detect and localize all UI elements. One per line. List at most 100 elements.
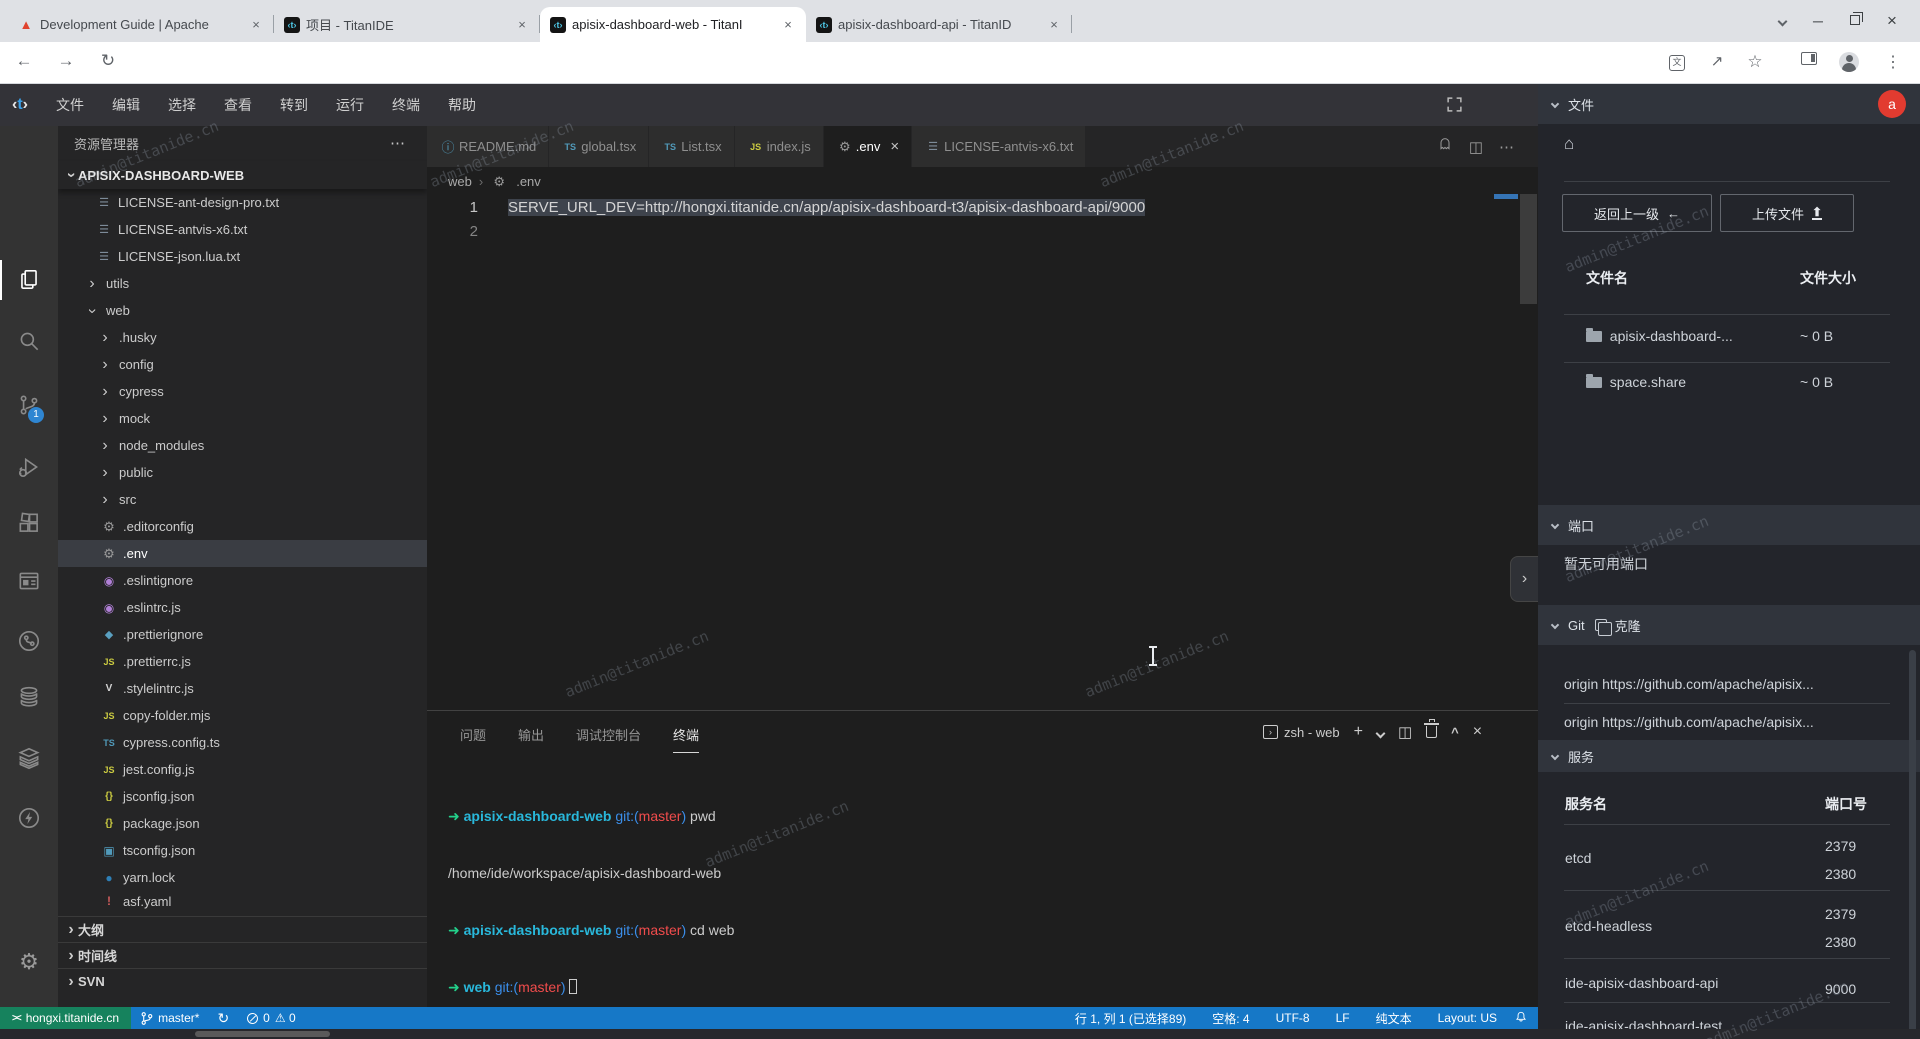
tree-item[interactable]: asf.yaml — [58, 891, 427, 911]
maximize-panel-icon[interactable]: ^ — [1451, 725, 1459, 740]
sidebar-section[interactable]: › 大纲 — [58, 916, 427, 942]
editor-tab[interactable]: global.tsx × — [549, 126, 649, 167]
tab-close-icon[interactable]: × — [780, 17, 796, 33]
upload-file-button[interactable]: 上传文件⬆ — [1720, 194, 1854, 232]
tabs-dropdown-icon[interactable] — [1779, 12, 1786, 30]
panel-tab[interactable]: 输出 — [518, 725, 544, 753]
explorer-root-folder[interactable]: › APISIX-DASHBOARD-WEB — [58, 161, 427, 189]
tree-item[interactable]: config — [58, 351, 427, 378]
editor-tab[interactable]: README.md × — [427, 126, 549, 167]
browser-tab[interactable]: 项目 - TitanIDE × — [274, 7, 540, 42]
new-terminal-icon[interactable]: + — [1354, 723, 1363, 741]
tree-item[interactable]: cypress — [58, 378, 427, 405]
panel-scrollbar-thumb[interactable] — [1909, 650, 1916, 1035]
git-branch-indicator[interactable]: master* — [131, 1007, 208, 1029]
tree-item[interactable]: cypress.config.ts — [58, 729, 427, 756]
panel-tab[interactable]: 问题 — [460, 725, 486, 753]
tree-item[interactable]: mock — [58, 405, 427, 432]
user-avatar[interactable]: a — [1878, 90, 1906, 118]
source-control-icon[interactable]: 1 — [0, 381, 58, 429]
menu-item[interactable]: 帮助 — [434, 91, 490, 119]
git-remote-row[interactable]: origin https://github.com/apache/apisix.… — [1538, 676, 1920, 698]
split-editor-icon[interactable]: ◫ — [1469, 138, 1483, 156]
git-graph-icon[interactable] — [0, 617, 58, 665]
files-section-header[interactable]: 文件 a — [1538, 84, 1920, 124]
ghost-icon[interactable] — [1437, 136, 1453, 157]
git-remote-row[interactable]: origin https://github.com/apache/apisix.… — [1538, 714, 1920, 740]
remote-indicator[interactable]: >< hongxi.titanide.cn — [0, 1007, 131, 1029]
tree-item[interactable]: .eslintignore — [58, 567, 427, 594]
explorer-more-actions-icon[interactable]: ⋯ — [390, 134, 405, 152]
menu-item[interactable]: 查看 — [210, 91, 266, 119]
tree-item[interactable]: node_modules — [58, 432, 427, 459]
close-panel-icon[interactable]: × — [1473, 723, 1482, 741]
tree-item[interactable]: jest.config.js — [58, 756, 427, 783]
window-minimize-button[interactable]: ─ — [1808, 13, 1828, 29]
tree-item[interactable]: copy-folder.mjs — [58, 702, 427, 729]
horizontal-scrollbar-thumb[interactable] — [195, 1031, 330, 1037]
sidebar-section[interactable]: › 时间线 — [58, 942, 427, 968]
menu-item[interactable]: 编辑 — [98, 91, 154, 119]
tab-close-icon[interactable]: × — [248, 17, 264, 33]
kill-terminal-icon[interactable] — [1426, 726, 1437, 738]
ports-section-header[interactable]: 端口 — [1538, 505, 1920, 545]
back-icon[interactable]: ← — [12, 51, 36, 71]
browser-tab[interactable]: apisix-dashboard-api - TitanID × — [806, 7, 1072, 42]
window-close-button[interactable]: × — [1882, 11, 1902, 31]
indentation[interactable]: 空格: 4 — [1203, 1007, 1258, 1029]
fullscreen-icon[interactable] — [1446, 96, 1463, 116]
breadcrumb-folder[interactable]: web — [448, 174, 472, 189]
tree-item[interactable]: src — [58, 486, 427, 513]
keyboard-layout[interactable]: Layout: US — [1429, 1007, 1506, 1029]
language-mode[interactable]: 纯文本 — [1367, 1007, 1421, 1029]
tree-item[interactable]: utils — [58, 270, 427, 297]
search-icon[interactable] — [0, 317, 58, 365]
tree-item[interactable]: LICENSE-antvis-x6.txt — [58, 216, 427, 243]
tree-item[interactable]: web — [58, 297, 427, 324]
editor-tab[interactable]: List.tsx × — [649, 126, 734, 167]
browser-menu-icon[interactable]: ⋮ — [1882, 52, 1904, 72]
settings-gear-icon[interactable]: ⚙ — [0, 949, 58, 975]
database-icon[interactable] — [0, 673, 58, 721]
preview-window-icon[interactable] — [0, 557, 58, 605]
explorer-icon[interactable] — [0, 256, 58, 304]
editor-tab[interactable]: .env × — [824, 126, 912, 167]
forward-icon[interactable]: → — [54, 51, 78, 71]
terminal-output[interactable]: ➜ apisix-dashboard-web git:(master) pwd … — [448, 769, 734, 1035]
tab-close-icon[interactable]: × — [890, 138, 899, 155]
tree-item[interactable]: .prettierrc.js — [58, 648, 427, 675]
tree-item[interactable]: public — [58, 459, 427, 486]
terminal-dropdown-icon[interactable] — [1377, 725, 1384, 740]
shell-selector[interactable]: › zsh - web — [1263, 725, 1340, 740]
tree-item[interactable]: .editorconfig — [58, 513, 427, 540]
editor-more-actions-icon[interactable]: ⋯ — [1499, 138, 1514, 156]
eol-sequence[interactable]: LF — [1327, 1007, 1359, 1029]
menu-item[interactable]: 选择 — [154, 91, 210, 119]
browser-tab[interactable]: Development Guide | Apache × — [8, 7, 274, 42]
sidebar-section[interactable]: › SVN — [58, 968, 427, 994]
tree-item[interactable]: .env — [58, 540, 427, 567]
menu-item[interactable]: 运行 — [322, 91, 378, 119]
reload-icon[interactable]: ↻ — [96, 51, 120, 71]
run-debug-icon[interactable] — [0, 443, 58, 491]
breadcrumb-file[interactable]: .env — [516, 174, 541, 189]
tree-item[interactable]: yarn.lock — [58, 864, 427, 891]
breadcrumb[interactable]: web › .env — [427, 167, 1538, 196]
window-restore-button[interactable] — [1850, 12, 1860, 30]
share-icon[interactable]: ↗ — [1706, 52, 1728, 70]
cursor-position[interactable]: 行 1, 列 1 (已选择89) — [1066, 1007, 1195, 1029]
tree-item[interactable]: LICENSE-ant-design-pro.txt — [58, 189, 427, 216]
translate-icon[interactable]: 文 — [1666, 52, 1688, 71]
bookmark-star-icon[interactable]: ☆ — [1744, 52, 1766, 72]
browser-tab[interactable]: apisix-dashboard-web - TitanI × — [540, 7, 806, 42]
lightning-icon[interactable] — [0, 794, 58, 842]
tree-item[interactable]: .husky — [58, 324, 427, 351]
profile-avatar[interactable] — [1838, 52, 1860, 76]
home-icon[interactable]: ⌂ — [1564, 134, 1574, 154]
editor-scrollbar-thumb[interactable] — [1520, 194, 1537, 304]
extensions-icon[interactable] — [0, 499, 58, 547]
horizontal-scrollbar[interactable] — [0, 1029, 1920, 1039]
sync-indicator[interactable]: ↻ — [208, 1007, 238, 1029]
editor-tab[interactable]: LICENSE-antvis-x6.txt × — [912, 126, 1086, 167]
menu-item[interactable]: 文件 — [42, 91, 98, 119]
